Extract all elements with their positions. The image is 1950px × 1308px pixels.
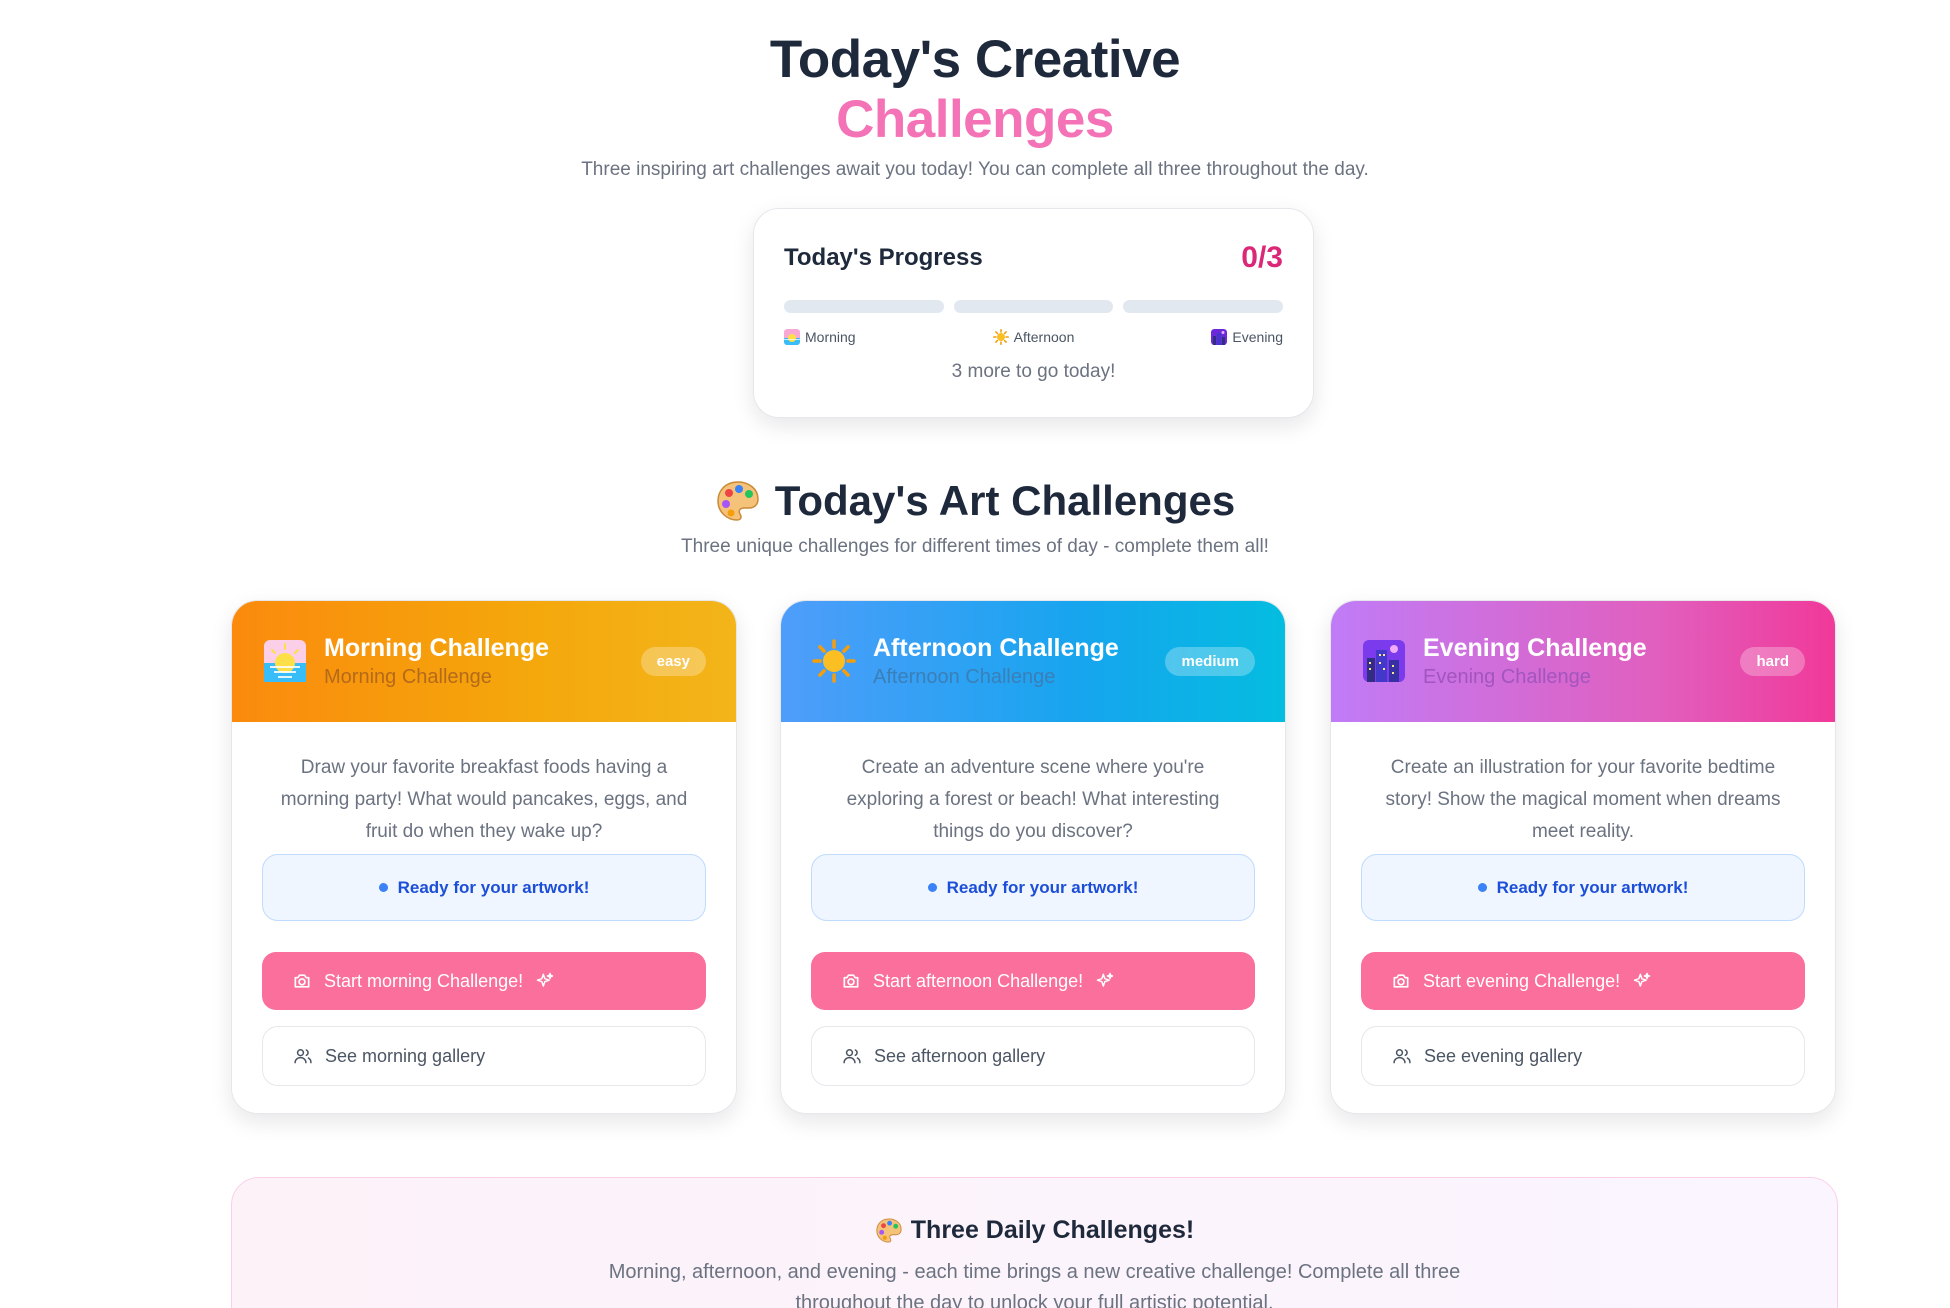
card-subtitle: Evening Challenge (1423, 666, 1591, 688)
start-afternoon-challenge-button[interactable]: Start afternoon Challenge! (811, 952, 1255, 1010)
card-subtitle: Afternoon Challenge (873, 666, 1056, 688)
challenge-card-morning: Morning Challenge Morning Challenge easy… (231, 600, 737, 1114)
button-label: Start morning Challenge! (324, 970, 524, 991)
section-subtitle: Three unique challenges for different ti… (681, 536, 1269, 557)
palette-icon (717, 481, 759, 521)
hero-title-highlight: Challenges (836, 90, 1114, 149)
button-label: Start evening Challenge! (1423, 970, 1621, 991)
progress-label-text: Afternoon (1013, 329, 1075, 345)
see-morning-gallery-button[interactable]: See morning gallery (262, 1026, 706, 1086)
status-box: Ready for your artwork! (811, 854, 1255, 921)
users-icon (1393, 1049, 1411, 1064)
camera-icon (294, 974, 310, 988)
sunrise-icon (784, 329, 800, 345)
difficulty-badge: hard (1740, 647, 1805, 676)
button-label: See morning gallery (325, 1045, 486, 1066)
status-text: Ready for your artwork! (1496, 877, 1689, 897)
sparkles-icon (1096, 972, 1114, 987)
sparkles-icon (1633, 972, 1651, 987)
see-afternoon-gallery-button[interactable]: See afternoon gallery (811, 1026, 1255, 1086)
progress-bar-afternoon (953, 300, 1114, 313)
card-header: Morning Challenge Morning Challenge easy (232, 601, 736, 722)
progress-title: Today's Progress (784, 244, 983, 271)
camera-icon (1393, 974, 1409, 988)
card-title: Morning Challenge (324, 634, 549, 662)
status-text: Ready for your artwork! (946, 877, 1139, 897)
start-morning-challenge-button[interactable]: Start morning Challenge! (262, 952, 706, 1010)
difficulty-badge: easy (640, 647, 706, 676)
card-description: Draw your favorite breakfast foods havin… (280, 757, 688, 842)
status-dot (1477, 883, 1487, 892)
banner-text: Morning, afternoon, and evening - each t… (608, 1261, 1461, 1308)
progress-count: 0/3 (1241, 241, 1283, 274)
progress-footer: 3 more to go today! (951, 361, 1116, 382)
progress-bar-morning (784, 300, 944, 313)
button-label: See evening gallery (1424, 1045, 1583, 1066)
card-header: Evening Challenge Evening Challenge hard (1331, 601, 1835, 722)
see-evening-gallery-button[interactable]: See evening gallery (1361, 1026, 1805, 1086)
sunrise-icon (264, 640, 306, 682)
section-title: Today's Art Challenges (774, 477, 1236, 524)
banner-title: Three Daily Challenges! (910, 1216, 1195, 1244)
difficulty-badge: medium (1165, 647, 1255, 676)
page: Today's Creative Challenges Three inspir… (0, 0, 1950, 1308)
progress-card: Today's Progress 0/3 Morning Afternoon E… (753, 208, 1314, 418)
hero: Today's Creative Challenges Three inspir… (0, 30, 1950, 184)
progress-bars (784, 300, 1284, 313)
progress-bar-evening (1123, 300, 1284, 313)
card-title: Afternoon Challenge (873, 634, 1119, 662)
progress-label-evening: Evening (1211, 329, 1283, 345)
sun-icon (992, 329, 1009, 345)
progress-label-text: Evening (1232, 329, 1283, 345)
section-heading: Today's Art Challenges Three unique chal… (0, 475, 1950, 558)
night-city-icon (1363, 640, 1405, 682)
challenge-card-afternoon: Afternoon Challenge Afternoon Challenge … (780, 600, 1286, 1114)
start-evening-challenge-button[interactable]: Start evening Challenge! (1361, 952, 1805, 1010)
night-city-icon (1211, 329, 1228, 345)
users-icon (294, 1049, 312, 1064)
progress-label-morning: Morning (784, 329, 856, 345)
button-label: Start afternoon Challenge! (873, 970, 1084, 991)
status-box: Ready for your artwork! (1361, 854, 1805, 921)
card-subtitle: Morning Challenge (324, 666, 492, 688)
card-header: Afternoon Challenge Afternoon Challenge … (781, 601, 1285, 722)
daily-challenges-banner: Three Daily Challenges! Morning, afterno… (231, 1177, 1838, 1308)
status-dot (927, 883, 937, 892)
palette-icon (876, 1218, 902, 1243)
hero-subtitle: Three inspiring art challenges await you… (581, 159, 1369, 180)
progress-label-afternoon: Afternoon (992, 329, 1075, 345)
hero-title: Today's Creative (769, 30, 1181, 89)
progress-label-text: Morning (805, 329, 856, 345)
card-title: Evening Challenge (1423, 634, 1647, 662)
sparkles-icon (536, 972, 554, 987)
status-box: Ready for your artwork! (262, 854, 706, 921)
sun-icon (812, 639, 856, 683)
button-label: See afternoon gallery (874, 1045, 1046, 1066)
users-icon (843, 1049, 861, 1064)
challenge-card-evening: Evening Challenge Evening Challenge hard… (1330, 600, 1836, 1114)
card-description: Create an illustration for your favorite… (1385, 757, 1781, 842)
status-dot (378, 883, 388, 892)
card-description: Create an adventure scene where you're e… (846, 757, 1220, 842)
status-text: Ready for your artwork! (397, 877, 590, 897)
camera-icon (843, 974, 859, 988)
